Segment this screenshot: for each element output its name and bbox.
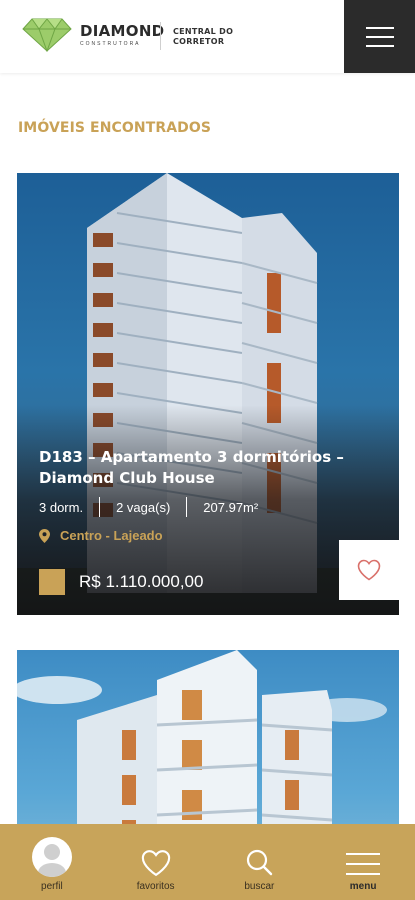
map-pin-icon (39, 528, 50, 543)
nav-favoritos[interactable]: favoritos (104, 824, 208, 900)
search-icon (247, 849, 273, 876)
header-divider (160, 22, 161, 50)
area: 207.97m² (203, 499, 259, 515)
nav-label-favoritos: favoritos (136, 881, 175, 892)
logo-name: DIAMOND (80, 22, 165, 40)
section-title: IMÓVEIS ENCONTRADOS (18, 120, 212, 136)
central-line-2: CORRETOR (173, 37, 225, 46)
app-header: DIAMOND CONSTRUTORA CENTRAL DO CORRETOR (0, 0, 415, 73)
nav-label-buscar: buscar (244, 881, 275, 892)
nav-buscar[interactable]: buscar (208, 824, 312, 900)
parking-spots: 2 vaga(s) (116, 499, 171, 515)
nav-perfil[interactable]: perfil (0, 824, 104, 900)
nav-label-menu: menu (349, 881, 377, 892)
listing-title[interactable]: D183 – Apartamento 3 dormitórios – Diamo… (39, 447, 379, 489)
heart-icon (141, 850, 170, 877)
diamond-logo[interactable]: DIAMOND CONSTRUTORA (22, 18, 164, 52)
bottom-navigation: perfil favoritos buscar menu (0, 824, 415, 900)
hamburger-menu-button[interactable] (344, 0, 415, 73)
listing-specs: 3 dorm. 2 vaga(s) 207.97m² (39, 497, 274, 517)
favorite-button[interactable] (339, 540, 399, 600)
central-line-1: CENTRAL DO (173, 27, 234, 36)
hamburger-icon (365, 26, 394, 29)
nav-menu[interactable]: menu (311, 824, 415, 900)
listing-price: R$ 1.110.000,00 (79, 572, 204, 591)
logo-subtitle: CONSTRUTORA (80, 41, 141, 47)
hamburger-icon (346, 853, 381, 875)
listing-location: Centro - Lajeado (39, 528, 163, 543)
diamond-gem-icon (22, 18, 72, 52)
bedrooms: 3 dorm. (39, 499, 84, 515)
heart-outline-icon (357, 559, 381, 581)
listing-card[interactable]: D183 – Apartamento 3 dormitórios – Diamo… (17, 173, 399, 615)
location-text: Centro - Lajeado (60, 528, 163, 543)
nav-label-perfil: perfil (41, 881, 63, 892)
price-marker (39, 569, 65, 595)
avatar-icon (31, 837, 72, 877)
central-do-corretor-link[interactable]: CENTRAL DO CORRETOR (173, 27, 233, 47)
price-row: R$ 1.110.000,00 (39, 569, 203, 595)
